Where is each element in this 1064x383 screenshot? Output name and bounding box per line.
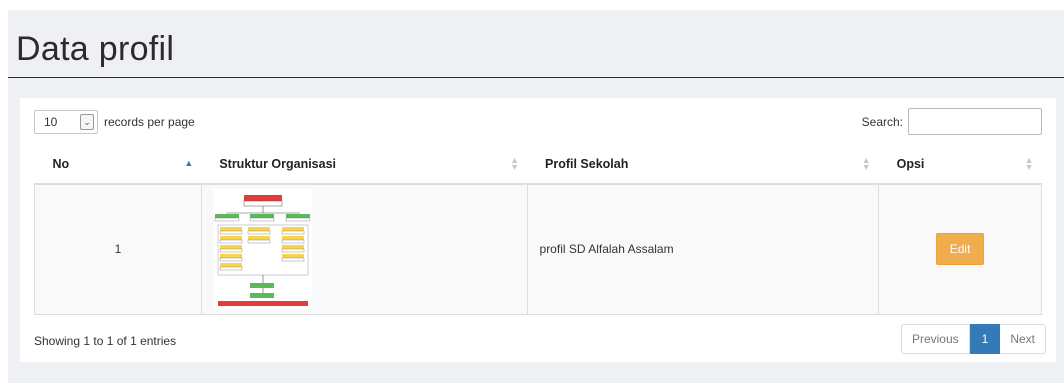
edit-button[interactable]: Edit [936, 233, 985, 266]
records-per-page-control: 10 ⌄ records per page [34, 110, 195, 134]
search-label: Search: [861, 114, 903, 129]
sort-both-icon: ▲ ▼ [1024, 155, 1034, 172]
column-header-label: Profil Sekolah [545, 156, 629, 171]
column-header-label: Opsi [896, 156, 925, 171]
pagination: Previous 1 Next [900, 324, 1046, 354]
table-header-row: No ▲ Struktur Organisasi ▲ ▼ Profil Sekol… [34, 144, 1042, 185]
sort-ascending-icon: ▲ [184, 158, 194, 168]
profil-sekolah-cell: profil SD Alfalah Assalam [526, 183, 880, 315]
column-header-no[interactable]: No ▲ [34, 144, 202, 185]
column-header-label: No [52, 156, 70, 171]
records-per-page-label: records per page [104, 115, 195, 129]
page-1-button[interactable]: 1 [969, 324, 1001, 354]
title-divider [8, 77, 1064, 78]
sort-both-icon: ▲ ▼ [510, 155, 520, 172]
data-table-panel: 10 ⌄ records per page Search: No ▲ Struk… [20, 98, 1056, 362]
page-title: Data profil [16, 30, 175, 68]
search-input[interactable] [908, 108, 1042, 135]
column-header-opsi[interactable]: Opsi ▲ ▼ [878, 144, 1042, 185]
records-per-page-select[interactable]: 10 ⌄ [34, 110, 98, 134]
profile-table: No ▲ Struktur Organisasi ▲ ▼ Profil Sekol… [34, 144, 1042, 315]
column-header-profil-sekolah[interactable]: Profil Sekolah ▲ ▼ [527, 144, 879, 185]
table-info: Showing 1 to 1 of 1 entries [34, 334, 177, 348]
row-number: 1 [34, 183, 202, 315]
table-row: 1 profil SD Alfalah Assalam Edit [34, 183, 1042, 315]
records-per-page-value: 10 [44, 115, 58, 129]
sort-both-icon: ▲ ▼ [861, 155, 871, 172]
column-header-struktur-organisasi[interactable]: Struktur Organisasi ▲ ▼ [201, 144, 528, 185]
struktur-organisasi-cell [200, 183, 528, 315]
chevron-down-icon[interactable]: ⌄ [80, 114, 94, 130]
search-control: Search: [862, 108, 1042, 135]
opsi-cell: Edit [878, 183, 1042, 315]
organization-chart-image [213, 189, 312, 310]
column-header-label: Struktur Organisasi [219, 156, 337, 171]
previous-page-button[interactable]: Previous [900, 324, 970, 354]
next-page-button[interactable]: Next [1000, 324, 1046, 354]
